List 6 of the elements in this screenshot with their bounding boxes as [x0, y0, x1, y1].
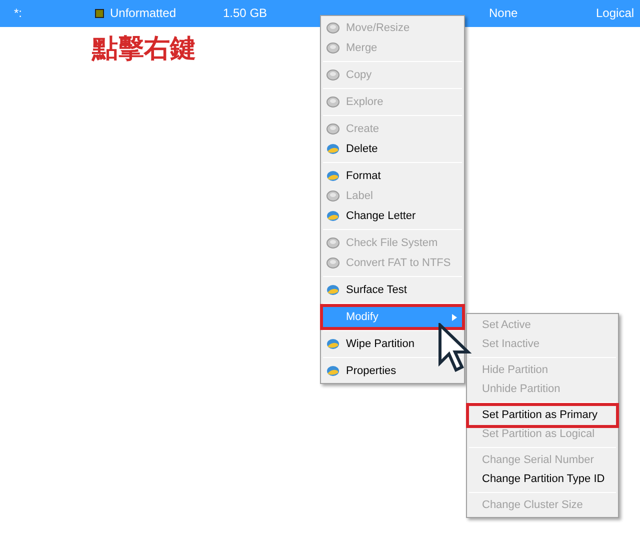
- table-cell: *:: [14, 6, 22, 20]
- annotation-text: 點擊右鍵: [92, 33, 196, 66]
- table-cell: None: [489, 6, 518, 20]
- table-cell: Unformatted: [110, 6, 176, 20]
- table-cell: Logical: [596, 6, 634, 20]
- table-cell: 1.50 GB: [223, 6, 268, 20]
